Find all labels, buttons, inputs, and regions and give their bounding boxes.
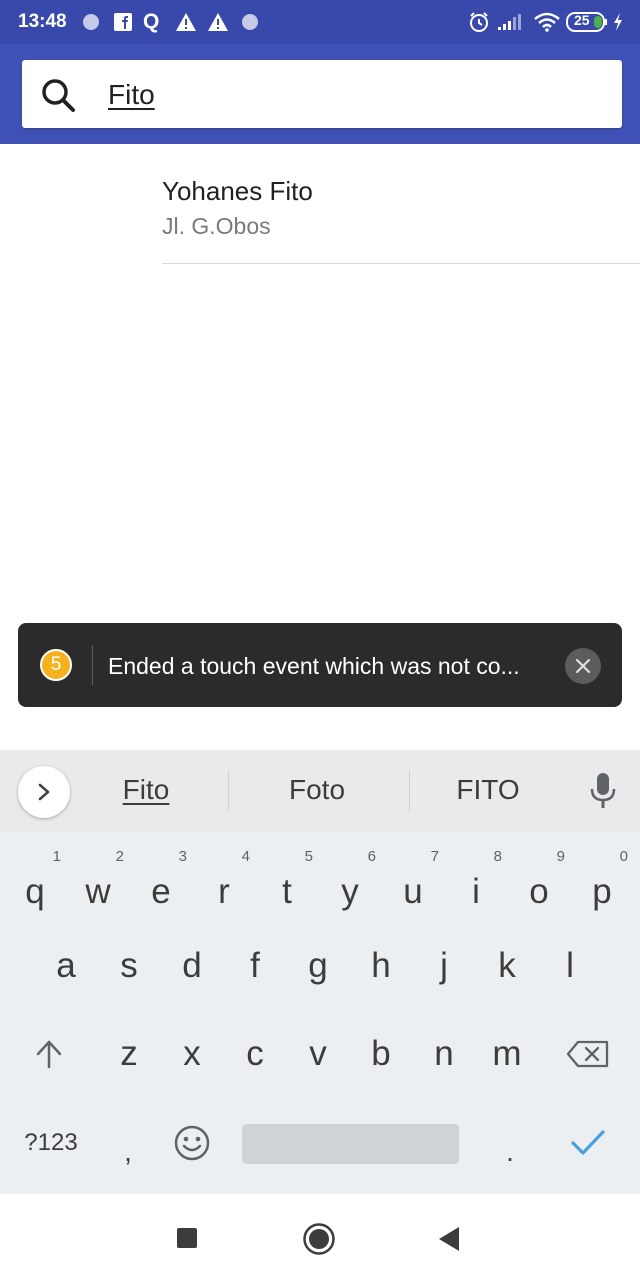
key-n[interactable]: n	[416, 1018, 472, 1090]
key-hint: 8	[493, 848, 502, 865]
battery-level: 25	[574, 12, 590, 28]
key-w[interactable]: w2	[70, 848, 126, 928]
key-hint: 7	[430, 848, 439, 865]
key-d[interactable]: d	[164, 930, 220, 1002]
key-c[interactable]: c	[227, 1018, 283, 1090]
charging-icon	[612, 11, 624, 33]
toast-count-badge: 5	[40, 649, 72, 681]
signal-icon	[497, 11, 523, 33]
key-label: p	[592, 872, 612, 911]
key-label: e	[151, 872, 171, 911]
key-hint: 5	[304, 848, 313, 865]
recents-icon[interactable]	[176, 1227, 198, 1254]
key-z[interactable]: z	[101, 1018, 157, 1090]
back-icon[interactable]	[437, 1226, 461, 1257]
home-icon[interactable]	[302, 1222, 336, 1261]
key-j[interactable]: j	[416, 930, 472, 1002]
wifi-icon	[534, 11, 560, 33]
key-hint: 1	[52, 848, 61, 865]
key-label: i	[472, 872, 480, 911]
key-p[interactable]: p0	[574, 848, 630, 928]
q-icon: Q	[143, 10, 160, 33]
key-a[interactable]: a	[38, 930, 94, 1002]
dot-icon	[82, 11, 100, 33]
key-hint: 2	[115, 848, 124, 865]
key-f[interactable]: f	[227, 930, 283, 1002]
key-label: o	[529, 872, 549, 911]
microphone-icon[interactable]	[590, 772, 616, 815]
app-bar: Fito	[0, 44, 640, 144]
key-y[interactable]: y6	[322, 848, 378, 928]
warning-icon	[207, 11, 229, 33]
suggestion-divider	[228, 770, 229, 812]
key-label: u	[403, 872, 423, 911]
search-icon[interactable]	[40, 77, 76, 118]
key-t[interactable]: t5	[259, 848, 315, 928]
status-bar: 13:48 Q 25	[0, 0, 640, 44]
key-u[interactable]: u7	[385, 848, 441, 928]
facebook-icon	[113, 11, 133, 33]
key-hint: 4	[241, 848, 250, 865]
key-label: y	[341, 872, 359, 911]
status-time: 13:48	[18, 11, 67, 32]
toast-divider	[92, 645, 93, 685]
chevron-right-icon[interactable]	[18, 766, 70, 818]
key-x[interactable]: x	[164, 1018, 220, 1090]
suggestion-item[interactable]: FITO	[428, 774, 548, 806]
suggestion-item[interactable]: Fito	[96, 774, 196, 806]
toast-notification[interactable]: 5 Ended a touch event which was not co..…	[18, 623, 622, 707]
search-input[interactable]: Fito	[108, 79, 155, 111]
shift-icon[interactable]	[21, 1018, 77, 1090]
symbols-key[interactable]: ?123	[14, 1107, 88, 1179]
key-i[interactable]: i8	[448, 848, 504, 928]
backspace-icon[interactable]	[560, 1018, 616, 1090]
battery-icon: 25	[566, 11, 608, 33]
alarm-icon	[468, 11, 490, 33]
key-v[interactable]: v	[290, 1018, 346, 1090]
key-k[interactable]: k	[479, 930, 535, 1002]
list-item[interactable]: Yohanes Fito Jl. G.Obos	[162, 170, 640, 264]
key-s[interactable]: s	[101, 930, 157, 1002]
key-h[interactable]: h	[353, 930, 409, 1002]
search-bar[interactable]: Fito	[22, 60, 622, 128]
key-hint: 6	[367, 848, 376, 865]
key-m[interactable]: m	[479, 1018, 535, 1090]
key-b[interactable]: b	[353, 1018, 409, 1090]
key-hint: 3	[178, 848, 187, 865]
suggestion-strip: Fito Foto FITO	[0, 750, 640, 832]
key-l[interactable]: l	[542, 930, 598, 1002]
dot-icon	[241, 11, 259, 33]
result-name: Yohanes Fito	[162, 176, 313, 206]
emoji-icon[interactable]	[164, 1107, 220, 1179]
toast-message: Ended a touch event which was not co...	[108, 653, 520, 679]
key-label: q	[25, 872, 45, 911]
key-comma[interactable]: ,	[100, 1116, 156, 1188]
keyboard: Fito Foto FITO q1 w2 e3 r4 t5 y6 u7 i8 o…	[0, 750, 640, 1194]
key-g[interactable]: g	[290, 930, 346, 1002]
key-q[interactable]: q1	[7, 848, 63, 928]
key-e[interactable]: e3	[133, 848, 189, 928]
key-label: t	[282, 872, 292, 911]
suggestion-divider	[409, 770, 410, 812]
navigation-bar	[0, 1194, 640, 1280]
key-r[interactable]: r4	[196, 848, 252, 928]
close-icon[interactable]	[565, 648, 601, 684]
key-label: r	[218, 872, 230, 911]
key-hint: 0	[619, 848, 628, 865]
space-key[interactable]	[242, 1124, 459, 1164]
key-period[interactable]: .	[482, 1116, 538, 1188]
suggestion-item[interactable]: Foto	[257, 774, 377, 806]
check-icon[interactable]	[560, 1107, 616, 1179]
key-label: w	[85, 872, 111, 911]
key-o[interactable]: o9	[511, 848, 567, 928]
warning-icon	[175, 11, 197, 33]
result-address: Jl. G.Obos	[162, 213, 271, 239]
key-hint: 9	[556, 848, 565, 865]
